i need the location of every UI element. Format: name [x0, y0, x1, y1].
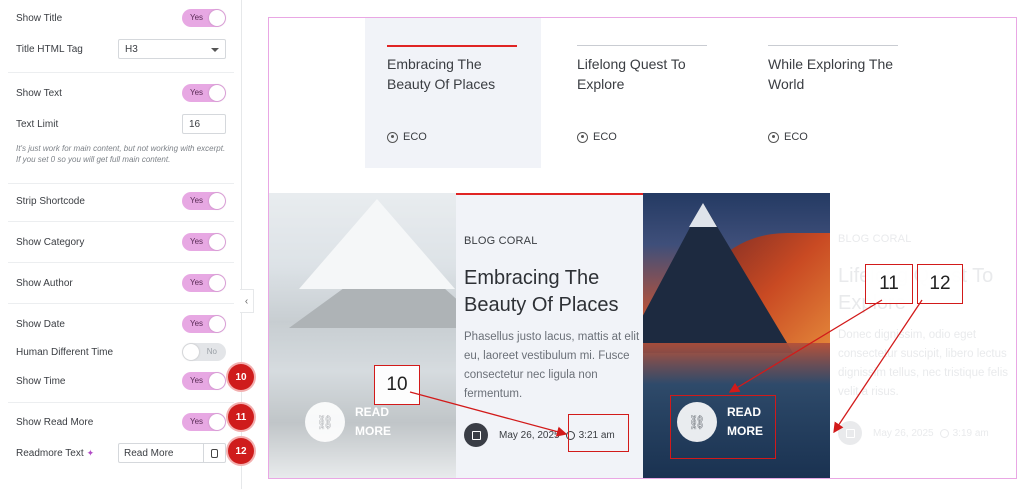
- read-more-button[interactable]: ⛓ READ MORE: [305, 402, 395, 442]
- clock-icon: [939, 428, 949, 438]
- show-title-toggle[interactable]: Yes: [182, 9, 226, 27]
- ai-sparkle-icon[interactable]: ✦: [87, 448, 95, 458]
- toggle-state: Yes: [190, 417, 204, 426]
- show-category-toggle[interactable]: Yes: [182, 233, 226, 251]
- readmore-text-input[interactable]: Read More: [118, 443, 204, 463]
- show-category-row: Show Category Yes: [16, 233, 226, 251]
- post-category[interactable]: BLOG CORAL: [838, 233, 912, 245]
- title-tag-select[interactable]: H3: [118, 39, 226, 59]
- post-title[interactable]: Embracing The Beauty Of Places: [464, 265, 640, 319]
- step-badge-11: 11: [228, 404, 254, 430]
- post-date: May 26, 2025: [873, 427, 934, 439]
- toggle-state: No: [206, 347, 217, 356]
- show-time-toggle[interactable]: Yes: [182, 372, 226, 390]
- user-icon: [387, 131, 398, 143]
- top-card[interactable]: Lifelong Quest To Explore ECO: [555, 18, 731, 168]
- annotation-highlight-time: [568, 414, 629, 452]
- title-tag-value: H3: [125, 44, 138, 55]
- human-time-label: Human Different Time: [16, 346, 114, 358]
- readmore-text-label: Readmore Text ✦: [16, 447, 95, 459]
- annotation-label-12: 12: [917, 264, 963, 304]
- top-card-category[interactable]: ECO: [768, 131, 808, 143]
- show-category-label: Show Category: [16, 236, 85, 248]
- settings-panel: Show Title Yes Title HTML Tag H3 Show Te…: [0, 0, 242, 489]
- top-card-title[interactable]: Embracing The Beauty Of Places: [387, 54, 527, 94]
- text-limit-row: Text Limit 16: [16, 114, 226, 134]
- toggle-state: Yes: [190, 237, 204, 246]
- show-author-label: Show Author: [16, 277, 73, 289]
- post-meta: May 26, 2025 3:19 am: [838, 421, 989, 445]
- show-time-row: Show Time Yes: [16, 372, 226, 390]
- show-text-toggle[interactable]: Yes: [182, 84, 226, 102]
- human-time-row: Human Different Time No: [16, 343, 226, 361]
- chevron-left-icon[interactable]: ‹: [240, 289, 254, 313]
- show-text-row: Show Text Yes: [16, 84, 226, 102]
- top-card[interactable]: While Exploring The World ECO: [746, 18, 922, 168]
- post-category[interactable]: BLOG CORAL: [464, 235, 538, 247]
- top-card-category[interactable]: ECO: [577, 131, 617, 143]
- show-date-row: Show Date Yes: [16, 315, 226, 333]
- step-badge-12: 12: [228, 438, 254, 464]
- toggle-state: Yes: [190, 13, 204, 22]
- post-content-card: BLOG CORAL Lifelong Quest To Explore Don…: [830, 193, 1016, 478]
- toggle-state: Yes: [190, 319, 204, 328]
- toggle-state: Yes: [190, 376, 204, 385]
- strip-shortcode-row: Strip Shortcode Yes: [16, 192, 226, 210]
- caret-down-icon: [211, 48, 219, 52]
- widget-preview: Embracing The Beauty Of Places ECO Lifel…: [268, 17, 1017, 479]
- title-tag-row: Title HTML Tag H3: [16, 39, 226, 59]
- show-text-label: Show Text: [16, 87, 62, 99]
- user-icon: [768, 131, 779, 143]
- text-limit-label: Text Limit: [16, 118, 59, 130]
- toggle-state: Yes: [190, 88, 204, 97]
- human-time-toggle[interactable]: No: [182, 343, 226, 361]
- strip-shortcode-toggle[interactable]: Yes: [182, 192, 226, 210]
- dynamic-tags-icon[interactable]: [204, 443, 226, 463]
- post-time: 3:19 am: [952, 427, 989, 439]
- link-icon: ⛓: [305, 402, 345, 442]
- calendar-icon: [838, 421, 862, 445]
- post-image-card[interactable]: ⛓ READ MORE: [269, 193, 456, 478]
- top-card[interactable]: Embracing The Beauty Of Places ECO: [365, 18, 541, 168]
- strip-shortcode-label: Strip Shortcode: [16, 195, 85, 207]
- post-excerpt: Phasellus justo lacus, mattis at elit eu…: [464, 331, 640, 400]
- readmore-text-row: Readmore Text ✦ Read More: [16, 443, 226, 463]
- user-icon: [577, 131, 588, 143]
- text-limit-help: It's just work for main content, but not…: [16, 144, 226, 164]
- show-author-toggle[interactable]: Yes: [182, 274, 226, 292]
- toggle-state: Yes: [190, 278, 204, 287]
- show-title-row: Show Title Yes: [16, 9, 226, 27]
- annotation-label-11: 11: [865, 264, 913, 304]
- post-date: May 26, 2025: [499, 429, 560, 441]
- show-read-more-label: Show Read More: [16, 416, 94, 428]
- text-limit-input[interactable]: 16: [182, 114, 226, 134]
- top-card-category[interactable]: ECO: [387, 131, 427, 143]
- annotation-label-10: 10: [374, 365, 420, 405]
- show-read-more-row: Show Read More Yes: [16, 413, 226, 431]
- top-card-title[interactable]: Lifelong Quest To Explore: [577, 54, 717, 94]
- title-tag-label: Title HTML Tag: [16, 43, 83, 55]
- show-title-label: Show Title: [16, 12, 63, 24]
- step-badge-10: 10: [228, 364, 254, 390]
- show-time-label: Show Time: [16, 375, 66, 387]
- top-card-title[interactable]: While Exploring The World: [768, 54, 908, 94]
- calendar-icon: [464, 423, 488, 447]
- annotation-highlight-read-more: [670, 395, 776, 459]
- toggle-state: Yes: [190, 196, 204, 205]
- show-date-toggle[interactable]: Yes: [182, 315, 226, 333]
- show-date-label: Show Date: [16, 318, 65, 330]
- show-read-more-toggle[interactable]: Yes: [182, 413, 226, 431]
- show-author-row: Show Author Yes: [16, 274, 226, 292]
- post-excerpt: Donec dignissim, odio eget consectetur s…: [838, 329, 1009, 398]
